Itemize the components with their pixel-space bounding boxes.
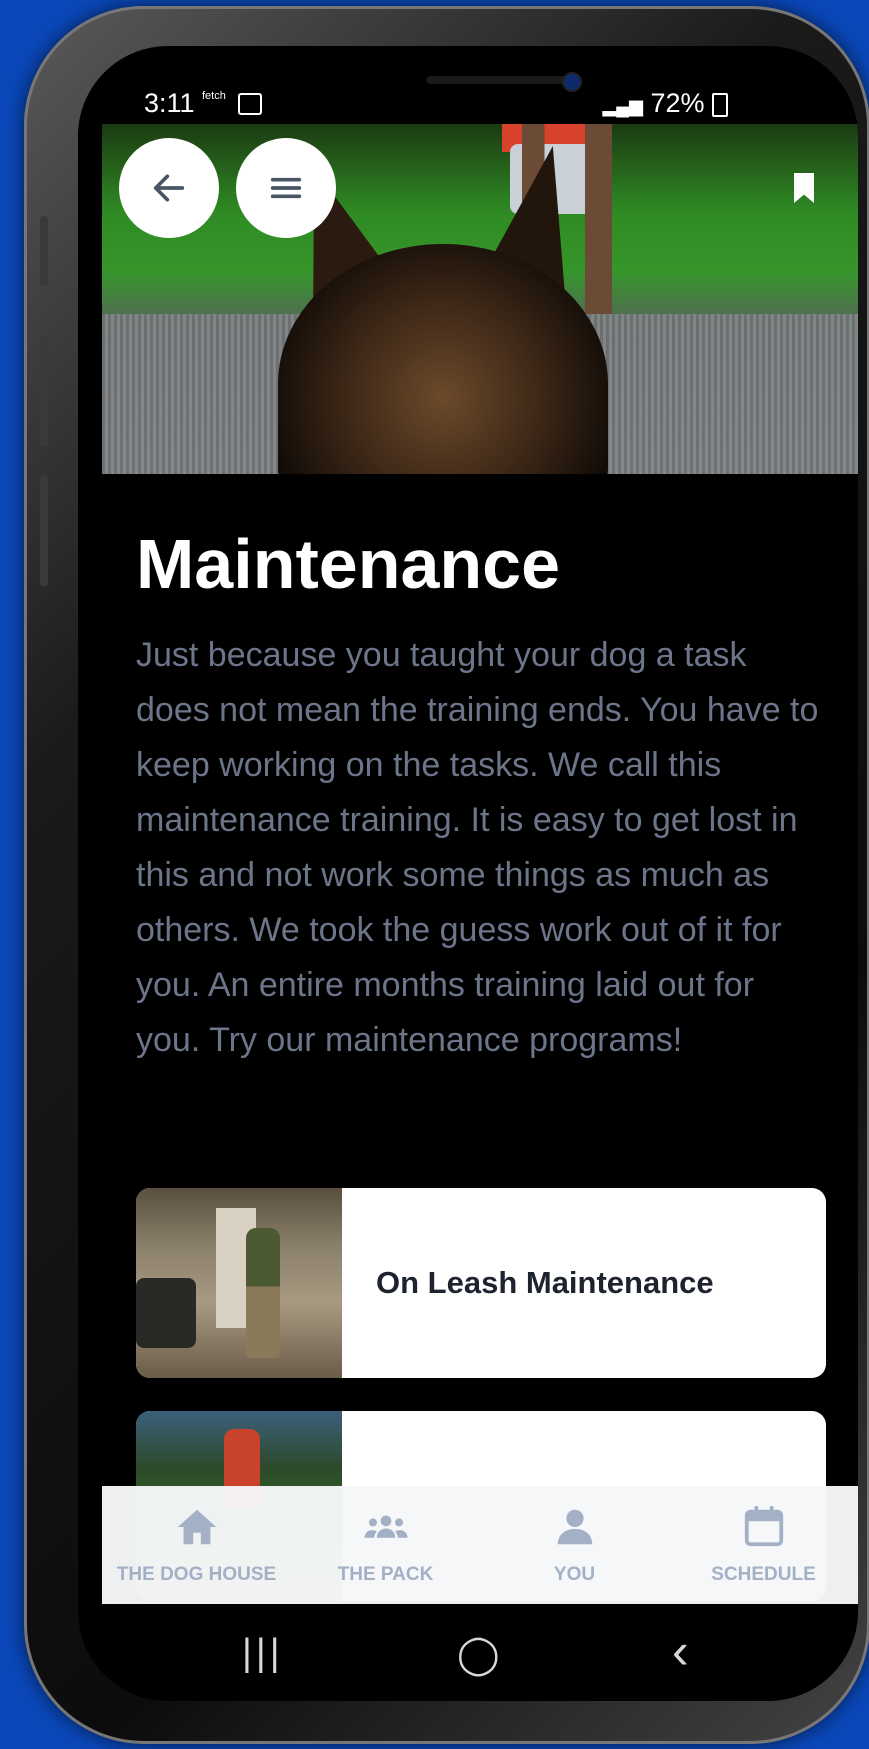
volume-button <box>40 336 48 446</box>
volume-button <box>40 216 48 286</box>
image-icon <box>237 93 262 116</box>
program-label: On Leash Maintenance <box>376 1265 714 1300</box>
front-camera <box>562 72 582 92</box>
battery-level: 72% <box>650 88 705 118</box>
arrow-left-icon <box>153 174 185 202</box>
fetch-app-icon: fetch <box>202 90 226 102</box>
system-nav-bar: ||| ◯ ‹ <box>102 1604 858 1701</box>
bookmark-icon[interactable] <box>784 168 824 208</box>
battery-icon <box>712 92 728 117</box>
back-nav-button[interactable]: ‹ <box>672 1622 689 1680</box>
nav-item-schedule[interactable]: SCHEDULE <box>669 1486 858 1604</box>
home-icon <box>177 1509 216 1545</box>
group-icon <box>364 1515 407 1538</box>
nav-item-the-pack[interactable]: THE PACK <box>291 1486 480 1604</box>
status-bar: 3:11 fetch ▂▄▆ 72% <box>78 46 858 124</box>
page-description: Just because you taught your dog a task … <box>136 636 819 1059</box>
page-title: Maintenance <box>136 525 560 603</box>
status-left-icons: fetch <box>202 90 262 116</box>
program-thumbnail <box>136 1188 342 1378</box>
signal-icon: ▂▄▆ <box>602 96 643 116</box>
nav-item-dog-house[interactable]: THE DOG HOUSE <box>102 1486 291 1604</box>
nav-label: YOU <box>553 1564 596 1585</box>
screen: 3:11 fetch ▂▄▆ 72% Maintenance Just beca… <box>78 46 858 1701</box>
bottom-nav: THE DOG HOUSE THE PACK YOU SCHEDULE <box>102 1486 858 1604</box>
back-button[interactable] <box>119 138 219 238</box>
nav-item-you[interactable]: YOU <box>480 1486 669 1604</box>
hamburger-menu-icon <box>270 177 302 199</box>
status-right: ▂▄▆ 72% <box>602 88 728 119</box>
power-button <box>40 476 48 586</box>
thumb-trainer <box>246 1228 280 1358</box>
nav-label: SCHEDULE <box>711 1564 816 1585</box>
menu-button[interactable] <box>236 138 336 238</box>
nav-label: THE PACK <box>337 1564 434 1585</box>
status-time: 3:11 <box>144 88 195 118</box>
phone-frame: 3:11 fetch ▂▄▆ 72% Maintenance Just beca… <box>24 6 869 1744</box>
calendar-icon <box>744 1505 783 1547</box>
thumb-sofa <box>136 1278 196 1348</box>
home-button[interactable]: ◯ <box>457 1632 500 1677</box>
program-card-on-leash[interactable]: On Leash Maintenance <box>136 1188 826 1378</box>
nav-label: THE DOG HOUSE <box>116 1564 277 1585</box>
speaker-grille <box>426 76 576 84</box>
user-icon <box>557 1509 592 1545</box>
recents-button[interactable]: ||| <box>242 1632 284 1675</box>
